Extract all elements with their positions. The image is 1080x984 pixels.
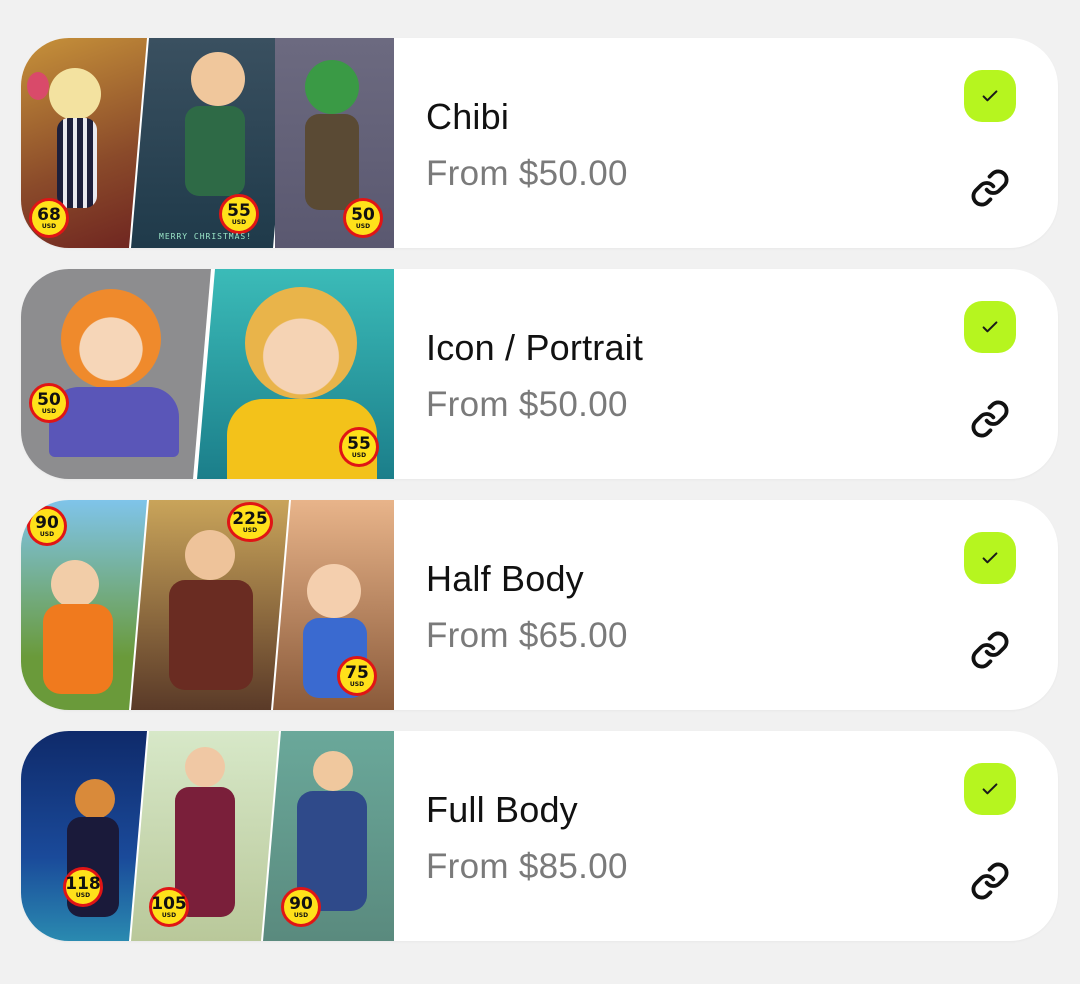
character-head — [61, 289, 161, 389]
commission-price: From $85.00 — [426, 847, 628, 886]
price-badge: 225 USD — [227, 502, 273, 542]
badge-value: 50 — [37, 389, 61, 410]
select-checkbox[interactable] — [964, 532, 1016, 584]
artwork-panel — [21, 731, 147, 941]
commission-card-chibi[interactable]: 68 USD 55 USD 50 USD MERRY CHRISTMAS! Chibi… — [21, 38, 1058, 248]
badge-value: 75 — [345, 662, 369, 683]
full-body-preview-image: 118 USD 105 USD 90 USD — [21, 731, 394, 941]
character-head — [75, 779, 115, 819]
character-head — [305, 60, 359, 114]
character-body — [169, 580, 253, 690]
badge-value: 55 — [227, 200, 251, 221]
character-head — [51, 560, 99, 608]
commission-price: From $65.00 — [426, 616, 628, 655]
badge-unit: USD — [349, 680, 365, 688]
price-badge: 68 USD — [29, 198, 69, 238]
badge-unit: USD — [39, 530, 55, 538]
character-head — [49, 68, 101, 120]
character-head — [185, 747, 225, 787]
link-icon — [971, 400, 1009, 438]
check-icon — [982, 552, 998, 564]
price-badge: 50 USD — [343, 198, 383, 238]
character-body — [49, 387, 179, 457]
badge-unit: USD — [355, 222, 371, 230]
link-icon — [971, 169, 1009, 207]
badge-value: 50 — [351, 204, 375, 225]
price-badge: 90 USD — [27, 506, 67, 546]
icon-portrait-preview-image: 50 USD 55 USD — [21, 269, 394, 479]
badge-value: 68 — [37, 204, 61, 225]
select-checkbox[interactable] — [964, 70, 1016, 122]
check-icon — [982, 321, 998, 333]
badge-unit: USD — [41, 222, 57, 230]
character-head — [185, 530, 235, 580]
badge-unit: USD — [231, 218, 247, 226]
badge-value: 105 — [151, 893, 187, 914]
badge-value: 90 — [289, 893, 313, 914]
commission-price: From $50.00 — [426, 385, 628, 424]
commission-title: Chibi — [426, 96, 510, 137]
badge-value: 225 — [232, 508, 268, 529]
commission-card-icon-portrait[interactable]: 50 USD 55 USD Icon / Portrait From $50.00 — [21, 269, 1058, 479]
badge-value: 118 — [65, 873, 101, 894]
chibi-preview-image: 68 USD 55 USD 50 USD MERRY CHRISTMAS! — [21, 38, 394, 248]
price-badge: 50 USD — [29, 383, 69, 423]
character-body — [57, 118, 97, 208]
character-body — [305, 114, 359, 210]
balloon — [27, 72, 49, 100]
commission-card-half-body[interactable]: 90 USD 225 USD 75 USD Half Body From $65.00 — [21, 500, 1058, 710]
check-icon — [982, 783, 998, 795]
character-head — [191, 52, 245, 106]
half-body-preview-image: 90 USD 225 USD 75 USD — [21, 500, 394, 710]
price-badge: 55 USD — [219, 194, 259, 234]
price-badge: 90 USD — [281, 887, 321, 927]
price-badge: 75 USD — [337, 656, 377, 696]
badge-unit: USD — [351, 451, 367, 459]
artwork-panel — [21, 269, 211, 479]
price-badge: 55 USD — [339, 427, 379, 467]
character-head — [307, 564, 361, 618]
copy-link-button[interactable] — [967, 165, 1013, 211]
character-body — [185, 106, 245, 196]
price-badge: 105 USD — [149, 887, 189, 927]
commission-price: From $50.00 — [426, 154, 628, 193]
commission-title: Half Body — [426, 558, 584, 599]
commission-title: Full Body — [426, 789, 578, 830]
check-icon — [982, 90, 998, 102]
character-head — [313, 751, 353, 791]
character-body — [43, 604, 113, 694]
copy-link-button[interactable] — [967, 396, 1013, 442]
badge-unit: USD — [161, 911, 177, 919]
link-icon — [971, 862, 1009, 900]
artwork-caption: MERRY CHRISTMAS! — [159, 232, 253, 241]
badge-value: 55 — [347, 433, 371, 454]
character-head — [245, 287, 357, 399]
select-checkbox[interactable] — [964, 301, 1016, 353]
badge-unit: USD — [242, 526, 258, 534]
copy-link-button[interactable] — [967, 858, 1013, 904]
price-badge: 118 USD — [63, 867, 103, 907]
link-icon — [971, 631, 1009, 669]
commission-card-full-body[interactable]: 118 USD 105 USD 90 USD Full Body From $85.0… — [21, 731, 1058, 941]
badge-unit: USD — [75, 891, 91, 899]
commission-title: Icon / Portrait — [426, 327, 644, 368]
badge-value: 90 — [35, 512, 59, 533]
copy-link-button[interactable] — [967, 627, 1013, 673]
select-checkbox[interactable] — [964, 763, 1016, 815]
badge-unit: USD — [41, 407, 57, 415]
badge-unit: USD — [293, 911, 309, 919]
artwork-panel — [131, 38, 291, 248]
